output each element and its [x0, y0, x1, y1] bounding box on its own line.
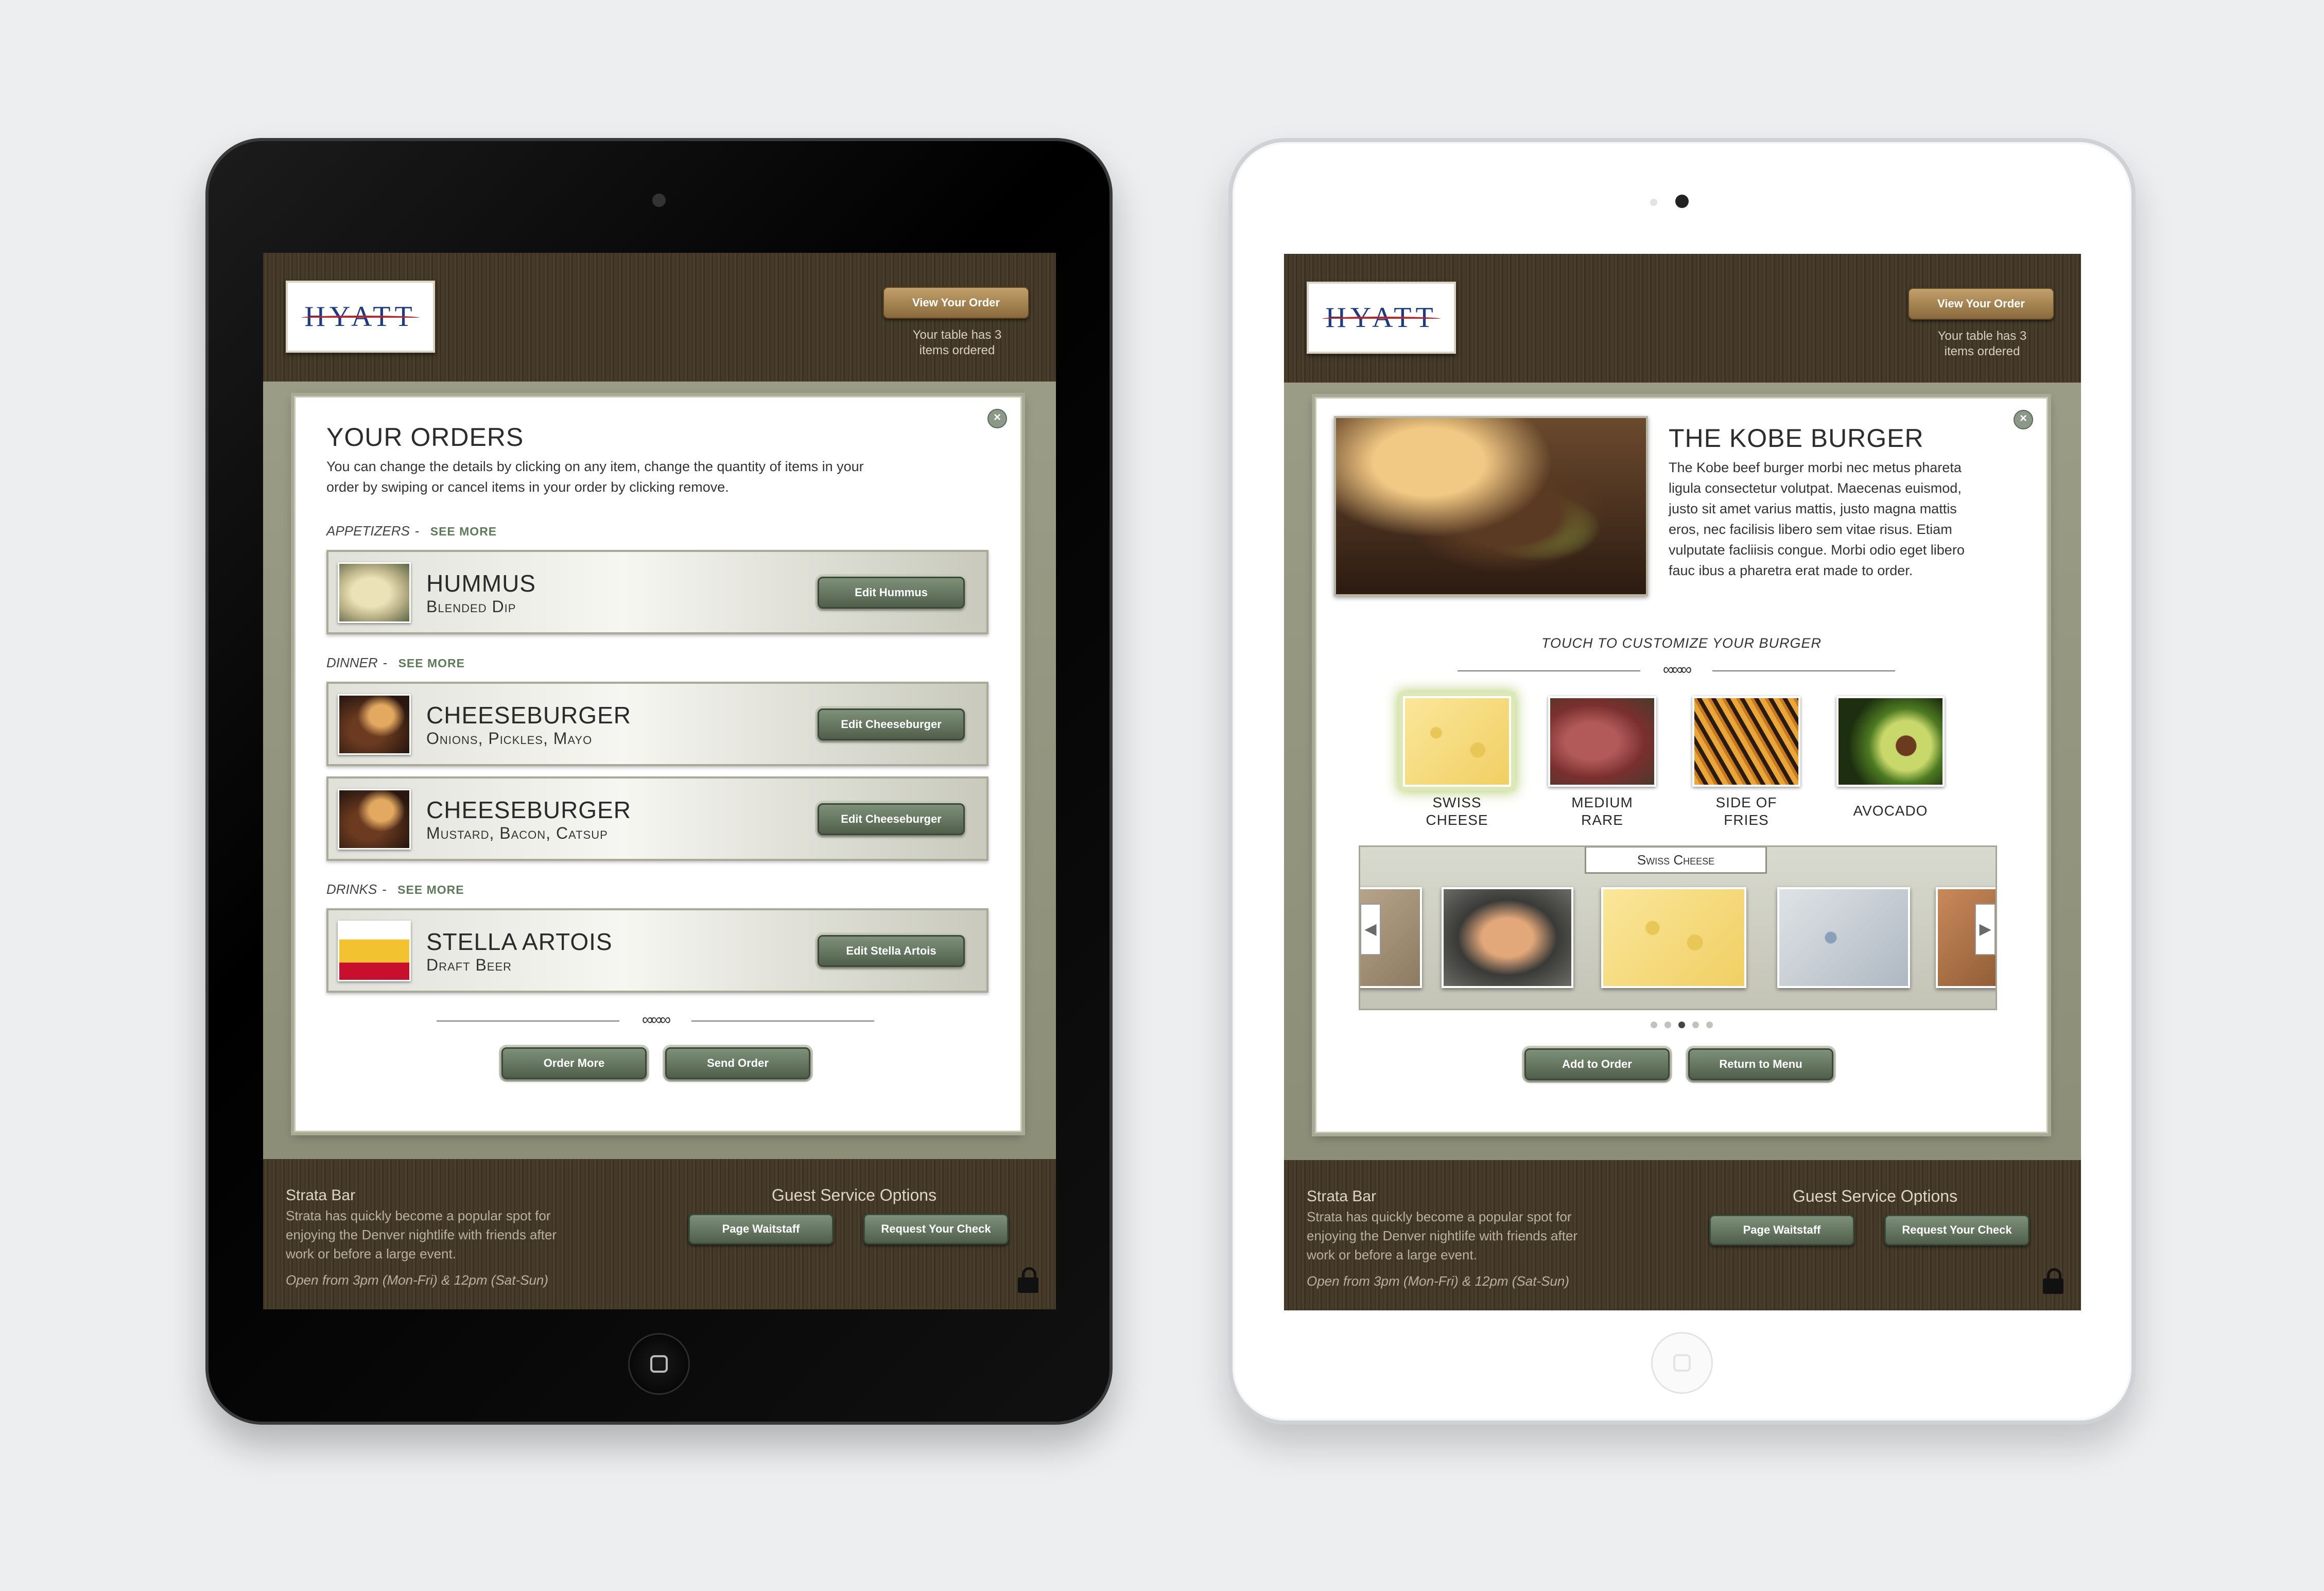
medium-rare-image [1548, 696, 1656, 787]
category-appetizers: APPETIZERS - SEE MORE [326, 523, 497, 539]
kobe-burger-photo [1334, 416, 1648, 596]
avocado-image [1836, 696, 1945, 787]
order-item[interactable]: HUMMUS Blended Dip Edit Hummus [326, 550, 988, 634]
table-order-count: Your table has 3 items ordered [1937, 329, 2027, 358]
venue-description: Strata has quickly become a popular spot… [1307, 1209, 1578, 1263]
cheeseburger-thumbnail [338, 694, 411, 755]
camera-icon [652, 194, 666, 207]
close-icon[interactable]: × [2014, 410, 2033, 429]
order-item[interactable]: CHEESEBURGER Mustard, Bacon, Catsup Edit… [326, 776, 988, 861]
venue-hours: Open from 3pm (Mon-Fri) & 12pm (Sat-Sun) [286, 1272, 549, 1288]
hummus-thumbnail [338, 562, 411, 623]
page-dot[interactable] [1650, 1022, 1657, 1028]
ornamental-divider: ∞∞∞ [1458, 662, 1895, 679]
header-bar: HYATT View Your Order Your table has 3 i… [1284, 254, 2081, 383]
home-button[interactable] [628, 1333, 690, 1395]
carousel-item[interactable] [1601, 887, 1746, 988]
home-button[interactable] [1651, 1332, 1713, 1394]
hyatt-logo: HYATT [286, 281, 435, 353]
hyatt-logo: HYATT [1307, 282, 1456, 354]
venue-name: Strata Bar [286, 1187, 356, 1204]
category-drinks: DRINKS - SEE MORE [326, 881, 464, 897]
customize-prompt: TOUCH TO CUSTOMIZE YOUR BURGER [1541, 635, 1822, 651]
category-dinner: DINNER - SEE MORE [326, 655, 465, 670]
camera-icon [1675, 195, 1689, 208]
cheese-carousel[interactable]: Swiss Cheese ◀ ▶ [1359, 845, 1997, 1010]
carousel-item[interactable] [1777, 887, 1910, 988]
send-order-button[interactable]: Send Order [665, 1047, 810, 1079]
lock-icon[interactable] [1018, 1267, 1038, 1294]
carousel-next-arrow[interactable]: ▶ [1975, 904, 1996, 955]
edit-stella-artois-button[interactable]: Edit Stella Artois [818, 935, 965, 967]
lock-icon[interactable] [2043, 1268, 2063, 1295]
stella-artois-thumbnail [338, 921, 411, 981]
carousel-pagination[interactable] [1316, 1022, 2046, 1031]
order-more-button[interactable]: Order More [501, 1047, 647, 1079]
burger-description: The Kobe beef burger morbi nec metus pha… [1669, 460, 1965, 578]
orders-title: YOUR ORDERS [326, 423, 524, 452]
return-to-menu-button[interactable]: Return to Menu [1688, 1048, 1833, 1080]
swiss-cheese-image [1403, 696, 1511, 787]
orders-modal: × YOUR ORDERS You can change the details… [294, 396, 1022, 1132]
venue-name: Strata Bar [1307, 1188, 1377, 1205]
ipad-black: HYATT View Your Order Your table has 3 i… [205, 138, 1113, 1425]
burger-screen: HYATT View Your Order Your table has 3 i… [1284, 254, 2081, 1310]
option-avocado[interactable]: AVOCADO [1836, 696, 1945, 820]
burger-modal: × THE KOBE BURGER The Kobe beef burger m… [1315, 397, 2048, 1133]
orders-screen: HYATT View Your Order Your table has 3 i… [263, 253, 1056, 1309]
fries-image [1692, 696, 1800, 787]
close-icon[interactable]: × [987, 409, 1007, 428]
page-dot[interactable] [1664, 1022, 1671, 1028]
guest-service-title: Guest Service Options [771, 1186, 937, 1204]
content-area: × YOUR ORDERS You can change the details… [263, 382, 1056, 1159]
sensor-icon [1650, 199, 1657, 206]
request-check-button[interactable]: Request Your Check [863, 1214, 1009, 1244]
footer-bar: Strata Bar Strata has quickly become a p… [1284, 1160, 2081, 1310]
add-to-order-button[interactable]: Add to Order [1524, 1048, 1670, 1080]
content-area: × THE KOBE BURGER The Kobe beef burger m… [1284, 383, 2081, 1160]
carousel-selected-label: Swiss Cheese [1585, 847, 1767, 874]
view-order-button[interactable]: View Your Order [1908, 288, 2054, 320]
order-item[interactable]: CHEESEBURGER Onions, Pickles, Mayo Edit … [326, 682, 988, 766]
edit-cheeseburger-button[interactable]: Edit Cheeseburger [818, 708, 965, 740]
carousel-prev-arrow[interactable]: ◀ [1360, 904, 1381, 955]
request-check-button[interactable]: Request Your Check [1884, 1215, 2030, 1246]
ornamental-divider: ∞∞∞ [437, 1012, 874, 1029]
see-more-link[interactable]: SEE MORE [397, 883, 464, 896]
see-more-link[interactable]: SEE MORE [430, 525, 497, 538]
option-medium-rare[interactable]: MEDIUM RARE [1548, 696, 1656, 829]
orders-description: You can change the details by clicking o… [326, 459, 864, 495]
header-bar: HYATT View Your Order Your table has 3 i… [263, 253, 1056, 382]
carousel-item[interactable] [1442, 887, 1573, 988]
page-dot[interactable] [1692, 1022, 1699, 1028]
venue-description: Strata has quickly become a popular spot… [286, 1208, 557, 1261]
option-swiss-cheese[interactable]: SWISS CHEESE [1403, 696, 1511, 829]
burger-title: THE KOBE BURGER [1669, 424, 1924, 453]
see-more-link[interactable]: SEE MORE [398, 656, 465, 670]
table-order-count: Your table has 3 items ordered [912, 328, 1002, 357]
page-waitstaff-button[interactable]: Page Waitstaff [1709, 1215, 1854, 1246]
footer-bar: Strata Bar Strata has quickly become a p… [263, 1159, 1056, 1309]
cheeseburger-thumbnail [338, 789, 411, 850]
view-order-button[interactable]: View Your Order [883, 287, 1029, 319]
edit-cheeseburger-button[interactable]: Edit Cheeseburger [818, 803, 965, 835]
page-dot[interactable] [1706, 1022, 1713, 1028]
option-side-of-fries[interactable]: SIDE OF FRIES [1692, 696, 1800, 829]
edit-hummus-button[interactable]: Edit Hummus [818, 577, 965, 609]
guest-service-title: Guest Service Options [1792, 1187, 1958, 1205]
venue-hours: Open from 3pm (Mon-Fri) & 12pm (Sat-Sun) [1307, 1273, 1570, 1289]
page-waitstaff-button[interactable]: Page Waitstaff [688, 1214, 834, 1244]
ipad-white: HYATT View Your Order Your table has 3 i… [1228, 138, 2136, 1425]
page-dot-active[interactable] [1678, 1022, 1685, 1028]
order-item[interactable]: STELLA ARTOIS Draft Beer Edit Stella Art… [326, 908, 988, 993]
